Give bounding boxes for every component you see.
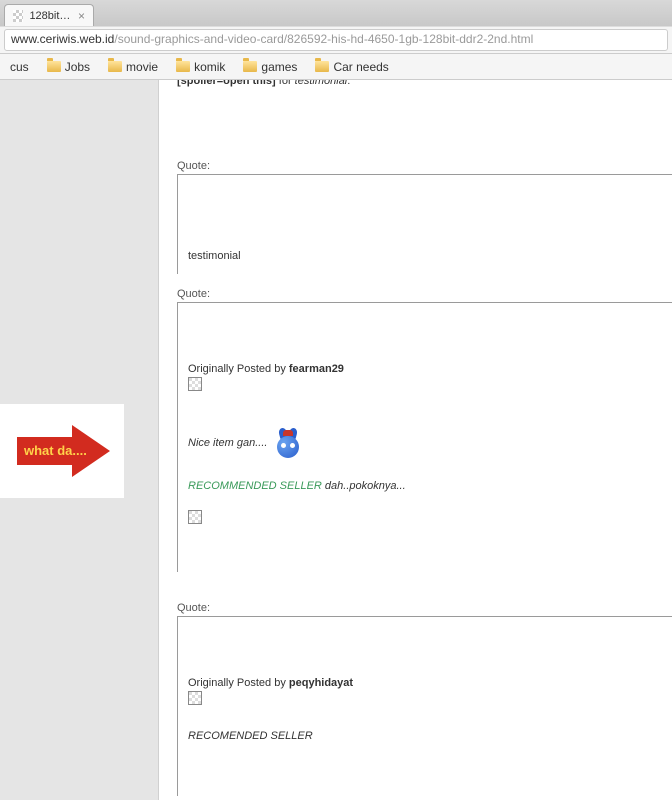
page-viewport: what da.... [spoiler=open this] for test… <box>0 80 672 800</box>
folder-icon <box>243 61 257 72</box>
quote-label: Quote: <box>177 288 672 300</box>
spoiler-tag: [spoiler=open this] <box>177 80 276 87</box>
post-content-column: [spoiler=open this] for testimonial: Quo… <box>158 80 672 800</box>
nice-text: Nice item gan.... <box>188 437 267 449</box>
bookmark-folder-truncated[interactable]: cus <box>4 58 35 76</box>
tab-favicon <box>13 10 23 22</box>
bookmark-folder-komik[interactable]: komik <box>170 58 231 76</box>
arrow-right-icon: what da.... <box>12 421 112 481</box>
tab-close-icon[interactable]: × <box>78 10 85 22</box>
folder-icon <box>47 61 61 72</box>
recommended-rest: dah..pokoknya... <box>322 480 406 492</box>
bookmark-folder-jobs[interactable]: Jobs <box>41 58 96 76</box>
spoiler-suffix: testimonial <box>295 80 348 87</box>
spoiler-line: [spoiler=open this] for testimonial: <box>177 80 672 88</box>
bookmark-label: komik <box>194 60 225 74</box>
broken-image-icon <box>188 510 202 524</box>
quote-label: Quote: <box>177 160 672 172</box>
recommended-line: RECOMMENDED SELLER dah..pokoknya... <box>188 480 662 492</box>
url-path: /sound-graphics-and-video-card/826592-hi… <box>114 32 533 46</box>
browser-tab-bar: 128bit ddr × <box>0 0 672 26</box>
spoiler-mid: for <box>276 80 295 87</box>
broken-image-icon <box>188 691 202 705</box>
url-field[interactable]: www.ceriwis.web.id/sound-graphics-and-vi… <box>4 29 668 51</box>
bookmark-label: games <box>261 60 297 74</box>
originally-prefix: Originally Posted by <box>188 677 289 689</box>
recommended-seller-text: RECOMENDED SELLER <box>188 730 662 742</box>
bookmark-label: Jobs <box>65 60 90 74</box>
folder-icon <box>315 61 329 72</box>
bookmark-label: cus <box>10 60 29 74</box>
originally-prefix: Originally Posted by <box>188 363 289 375</box>
quote-author: peqyhidayat <box>289 677 353 689</box>
quote-label: Quote: <box>177 602 672 614</box>
originally-posted-by: Originally Posted by fearman29 <box>188 363 662 375</box>
sticker-text: what da.... <box>23 443 87 458</box>
quote-box-testimonial: testimonial <box>177 174 672 274</box>
tab-title: 128bit ddr <box>29 10 72 22</box>
bookmark-folder-games[interactable]: games <box>237 58 303 76</box>
originally-posted-by: Originally Posted by peqyhidayat <box>188 677 662 689</box>
mascot-emoji-icon <box>273 428 303 458</box>
bookmarks-bar: cus Jobs movie komik games Car needs <box>0 54 672 80</box>
quote-author: fearman29 <box>289 363 344 375</box>
bookmark-label: Car needs <box>333 60 388 74</box>
spoiler-colon: : <box>347 80 350 87</box>
recommended-seller-text: RECOMMENDED SELLER <box>188 480 322 492</box>
quote-box-peqy: Originally Posted by peqyhidayat RECOMEN… <box>177 616 672 796</box>
bookmark-folder-carneeds[interactable]: Car needs <box>309 58 394 76</box>
quote-box-fearman: Originally Posted by fearman29 Nice item… <box>177 302 672 572</box>
bookmark-label: movie <box>126 60 158 74</box>
browser-tab[interactable]: 128bit ddr × <box>4 4 94 26</box>
ad-sticker[interactable]: what da.... <box>0 404 124 498</box>
url-host: www.ceriwis.web.id <box>11 32 114 46</box>
bookmark-folder-movie[interactable]: movie <box>102 58 164 76</box>
address-bar: www.ceriwis.web.id/sound-graphics-and-vi… <box>0 26 672 54</box>
quote-text: testimonial <box>188 250 241 262</box>
folder-icon <box>108 61 122 72</box>
quote-body-line: Nice item gan.... <box>188 428 662 458</box>
broken-image-icon <box>188 377 202 391</box>
folder-icon <box>176 61 190 72</box>
